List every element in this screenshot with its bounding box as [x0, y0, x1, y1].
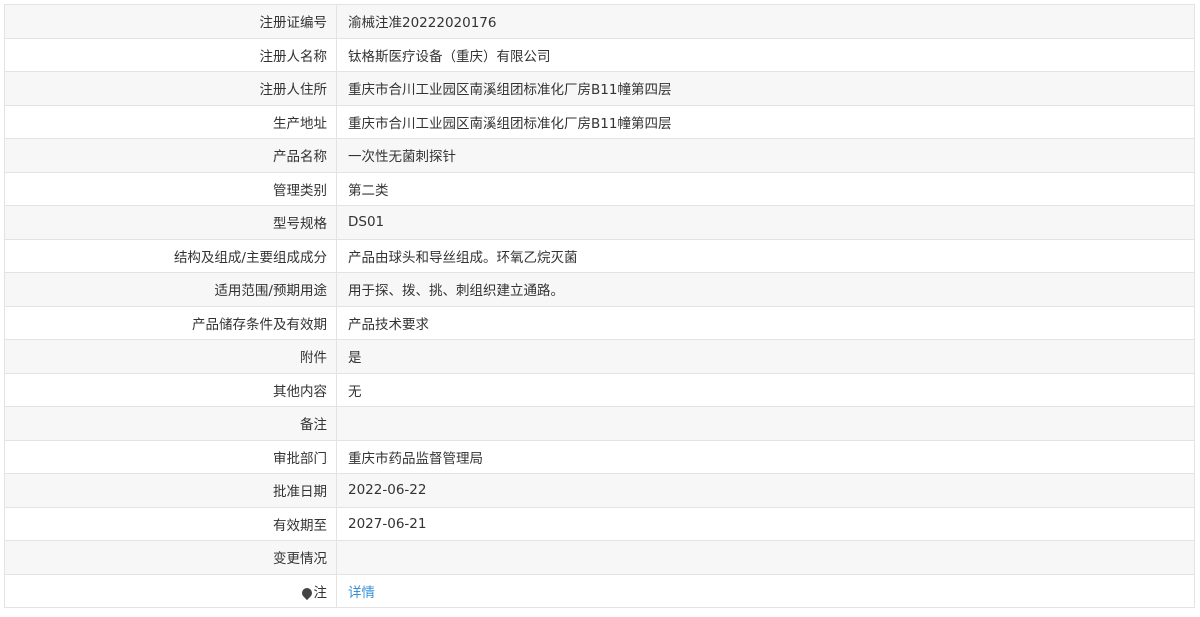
- note-pin-icon: [299, 585, 314, 600]
- row-value: [336, 540, 1195, 575]
- table-row: 结构及组成/主要组成成分 产品由球头和导丝组成。环氧乙烷灭菌: [4, 238, 1195, 273]
- row-value: 是: [336, 339, 1195, 374]
- table-row: 注册人住所 重庆市合川工业园区南溪组团标准化厂房B11幢第四层: [4, 71, 1195, 106]
- table-row: 型号规格 DS01: [4, 205, 1195, 240]
- row-label: 变更情况: [4, 540, 337, 575]
- row-value: 渝械注准20222020176: [336, 4, 1195, 39]
- row-label: 有效期至: [4, 506, 337, 541]
- row-value: 2027-06-21: [336, 506, 1195, 541]
- row-label: 产品名称: [4, 138, 337, 173]
- row-value: DS01: [336, 205, 1195, 240]
- table-row: 注册证编号 渝械注准20222020176: [4, 4, 1195, 39]
- row-label: 批准日期: [4, 473, 337, 508]
- row-label: 产品储存条件及有效期: [4, 305, 337, 340]
- details-link[interactable]: 详情: [348, 585, 375, 601]
- note-row: 注 详情: [4, 573, 1195, 608]
- note-label-cell: 注: [4, 573, 337, 608]
- row-value: 第二类: [336, 171, 1195, 206]
- row-value: 重庆市药品监督管理局: [336, 439, 1195, 474]
- row-value: 产品由球头和导丝组成。环氧乙烷灭菌: [336, 238, 1195, 273]
- table-row: 备注: [4, 406, 1195, 441]
- note-label: 注: [313, 584, 328, 601]
- row-label: 附件: [4, 339, 337, 374]
- row-value: 重庆市合川工业园区南溪组团标准化厂房B11幢第四层: [336, 71, 1195, 106]
- row-value: 2022-06-22: [336, 473, 1195, 508]
- table-row: 变更情况: [4, 540, 1195, 575]
- row-value: 钛格斯医疗设备（重庆）有限公司: [336, 37, 1195, 72]
- registration-detail-panel: 注册证编号 渝械注准20222020176 注册人名称 钛格斯医疗设备（重庆）有…: [4, 4, 1195, 608]
- row-value: 产品技术要求: [336, 305, 1195, 340]
- table-row: 适用范围/预期用途 用于探、拨、挑、刺组织建立通路。: [4, 272, 1195, 307]
- row-value: 无: [336, 372, 1195, 407]
- row-label: 备注: [4, 406, 337, 441]
- row-value: 用于探、拨、挑、刺组织建立通路。: [336, 272, 1195, 307]
- table-row: 管理类别 第二类: [4, 171, 1195, 206]
- note-value-cell: 详情: [336, 573, 1195, 608]
- row-label: 注册人住所: [4, 71, 337, 106]
- row-label: 型号规格: [4, 205, 337, 240]
- row-label: 结构及组成/主要组成成分: [4, 238, 337, 273]
- row-label: 生产地址: [4, 104, 337, 139]
- row-label: 适用范围/预期用途: [4, 272, 337, 307]
- row-value: 一次性无菌刺探针: [336, 138, 1195, 173]
- table-row: 生产地址 重庆市合川工业园区南溪组团标准化厂房B11幢第四层: [4, 104, 1195, 139]
- row-label: 注册人名称: [4, 37, 337, 72]
- table-row: 产品名称 一次性无菌刺探针: [4, 138, 1195, 173]
- table-row: 批准日期 2022-06-22: [4, 473, 1195, 508]
- row-value: [336, 406, 1195, 441]
- row-label: 其他内容: [4, 372, 337, 407]
- row-label: 管理类别: [4, 171, 337, 206]
- table-row: 附件 是: [4, 339, 1195, 374]
- table-row: 有效期至 2027-06-21: [4, 506, 1195, 541]
- table-row: 注册人名称 钛格斯医疗设备（重庆）有限公司: [4, 37, 1195, 72]
- table-row: 审批部门 重庆市药品监督管理局: [4, 439, 1195, 474]
- table-row: 产品储存条件及有效期 产品技术要求: [4, 305, 1195, 340]
- registration-detail-table: 注册证编号 渝械注准20222020176 注册人名称 钛格斯医疗设备（重庆）有…: [4, 4, 1195, 608]
- row-value: 重庆市合川工业园区南溪组团标准化厂房B11幢第四层: [336, 104, 1195, 139]
- table-row: 其他内容 无: [4, 372, 1195, 407]
- row-label: 注册证编号: [4, 4, 337, 39]
- row-label: 审批部门: [4, 439, 337, 474]
